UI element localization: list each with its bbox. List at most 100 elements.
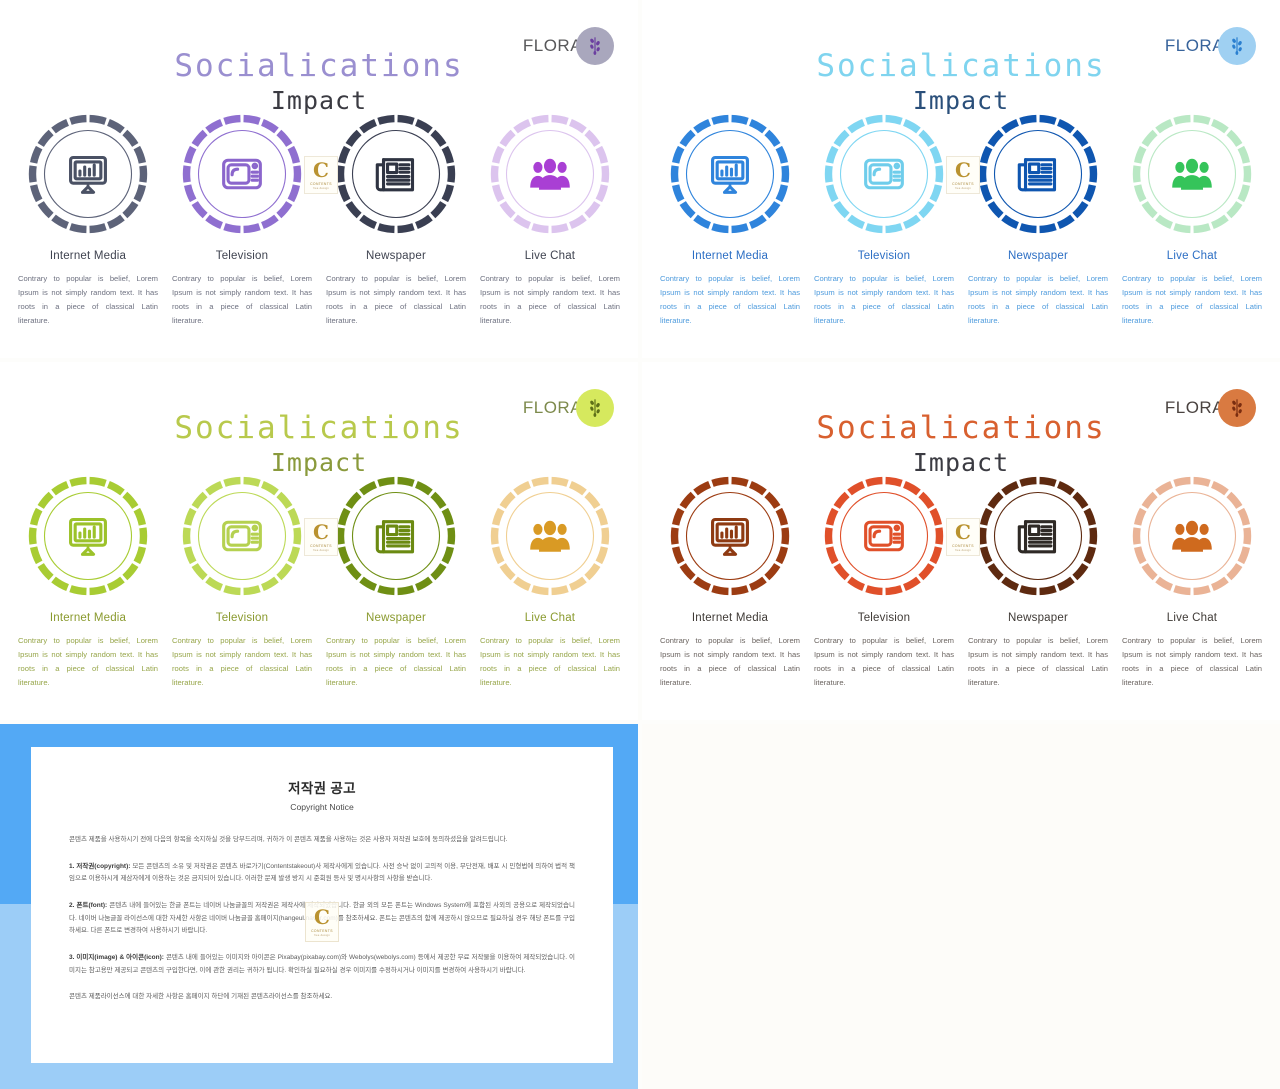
watermark-line2: free design	[312, 549, 330, 552]
card-internet-media[interactable]: Internet Media Contrary to popular is bel…	[656, 112, 804, 328]
newspaper-icon	[334, 474, 458, 598]
contents-watermark: C CONTENTS free design	[305, 902, 339, 942]
television-icon	[822, 112, 946, 236]
card-body: Contrary to popular is belief, Lorem Ips…	[480, 636, 620, 687]
people-group-icon	[488, 474, 612, 598]
card-live-chat[interactable]: Live Chat Contrary to popular is belief, …	[1118, 474, 1266, 690]
card-title: Internet Media	[691, 612, 769, 624]
copyright-notice-slide[interactable]: 저작권 공고 Copyright Notice 콘텐츠 제품을 사용하시기 전에…	[0, 724, 638, 1089]
orange-theme-slide[interactable]: FLORAL Socialications Impact Internet Media…	[642, 362, 1280, 720]
contents-watermark: C CONTENTS free design	[304, 518, 338, 556]
copyright-section-1-text: 모든 콘텐츠의 소유 및 저작권은 콘텐츠 바로가기(Contentstakeo…	[69, 862, 575, 883]
segmented-ring-icon	[488, 112, 612, 236]
card-television[interactable]: Television Contrary to popular is belief,…	[168, 474, 316, 690]
card-title: Newspaper	[1008, 250, 1068, 262]
card-title: Internet Media	[691, 250, 769, 262]
watermark-letter: C	[955, 520, 971, 544]
watermark-letter: C	[313, 158, 329, 182]
segmented-ring-icon	[1130, 112, 1254, 236]
slide-subtitle: Impact	[270, 86, 368, 115]
copyright-section-3: 3. 이미지(image) & 아이콘(icon): 콘텐츠 내에 들어있는 이…	[69, 952, 575, 977]
segmented-ring-icon	[488, 474, 612, 598]
segmented-ring-icon	[180, 112, 304, 236]
segmented-ring-icon	[976, 112, 1100, 236]
card-live-chat[interactable]: Live Chat Contrary to popular is belief, …	[1118, 112, 1266, 328]
television-icon	[180, 112, 304, 236]
segmented-ring-icon	[976, 474, 1100, 598]
card-title: Newspaper	[366, 612, 426, 624]
card-newspaper[interactable]: Newspaper Contrary to popular is belief, …	[964, 474, 1112, 690]
purple-theme-slide[interactable]: FLORAL Socialications Impact Internet Media…	[0, 0, 638, 358]
segmented-ring-icon	[26, 112, 150, 236]
card-internet-media[interactable]: Internet Media Contrary to popular is bel…	[14, 474, 162, 690]
newspaper-icon	[334, 112, 458, 236]
watermark-line1: CONTENTS	[310, 544, 332, 548]
segmented-ring-icon	[334, 474, 458, 598]
card-television[interactable]: Television Contrary to popular is belief,…	[168, 112, 316, 328]
card-body: Contrary to popular is belief, Lorem Ips…	[660, 274, 800, 325]
presentation-thumbnail-grid: FLORAL Socialications Impact Internet Media…	[0, 0, 1280, 1089]
copyright-footer: 콘텐츠 제품라이선스에 대한 자세한 사항은 홈페이지 하단에 기재된 콘텐츠라…	[69, 993, 333, 1001]
flower-badge-icon	[576, 27, 614, 65]
card-television[interactable]: Television Contrary to popular is belief,…	[810, 474, 958, 690]
copyright-intro: 콘텐츠 제품을 사용하시기 전에 다음의 항목을 숙지하실 것을 당부드리며, …	[69, 836, 508, 843]
copyright-paper: 저작권 공고 Copyright Notice 콘텐츠 제품을 사용하시기 전에…	[31, 747, 613, 1063]
card-title: Television	[215, 612, 269, 624]
card-newspaper[interactable]: Newspaper Contrary to popular is belief, …	[322, 112, 470, 328]
newspaper-icon	[976, 112, 1100, 236]
card-body: Contrary to popular is belief, Lorem Ips…	[326, 274, 466, 325]
card-internet-media[interactable]: Internet Media Contrary to popular is bel…	[656, 474, 804, 690]
watermark-line2: free design	[954, 187, 972, 190]
card-title: Television	[215, 250, 269, 262]
copyright-subtitle: Copyright Notice	[290, 802, 354, 812]
card-row: Internet Media Contrary to popular is bel…	[656, 474, 1266, 690]
segmented-ring-icon	[26, 474, 150, 598]
watermark-letter: C	[313, 520, 329, 544]
segmented-ring-icon	[668, 474, 792, 598]
card-television[interactable]: Television Contrary to popular is belief,…	[810, 112, 958, 328]
watermark-line1: CONTENTS	[952, 182, 974, 186]
watermark-line1: CONTENTS	[311, 929, 333, 933]
blue-theme-slide[interactable]: FLORAL Socialications Impact Internet Media…	[642, 0, 1280, 358]
monitor-chart-icon	[668, 112, 792, 236]
card-title: Internet Media	[49, 250, 127, 262]
card-title: Internet Media	[49, 612, 127, 624]
segmented-ring-icon	[180, 474, 304, 598]
card-body: Contrary to popular is belief, Lorem Ips…	[814, 274, 954, 325]
copyright-section-1-heading: 1. 저작권(copyright):	[69, 862, 131, 870]
card-body: Contrary to popular is belief, Lorem Ips…	[968, 274, 1108, 325]
card-body: Contrary to popular is belief, Lorem Ips…	[172, 274, 312, 325]
card-live-chat[interactable]: Live Chat Contrary to popular is belief, …	[476, 474, 624, 690]
card-title: Live Chat	[524, 612, 576, 624]
green-theme-slide[interactable]: FLORAL Socialications Impact Internet Media…	[0, 362, 638, 720]
flower-badge-icon	[1218, 389, 1256, 427]
monitor-chart-icon	[26, 112, 150, 236]
copyright-section-3-heading: 3. 이미지(image) & 아이콘(icon):	[69, 954, 164, 962]
card-body: Contrary to popular is belief, Lorem Ips…	[18, 274, 158, 325]
contents-watermark: C CONTENTS free design	[946, 518, 980, 556]
empty-bottom-right-area	[642, 724, 1280, 1089]
card-title: Television	[857, 250, 911, 262]
watermark-line1: CONTENTS	[952, 544, 974, 548]
card-title: Live Chat	[1166, 250, 1218, 262]
watermark-line2: free design	[312, 187, 330, 190]
watermark-line2: free design	[954, 549, 972, 552]
card-row: Internet Media Contrary to popular is bel…	[14, 474, 624, 690]
segmented-ring-icon	[334, 112, 458, 236]
slide-subtitle: Impact	[270, 448, 368, 477]
segmented-ring-icon	[822, 474, 946, 598]
newspaper-icon	[976, 474, 1100, 598]
people-group-icon	[488, 112, 612, 236]
television-icon	[822, 474, 946, 598]
slide-subtitle: Impact	[912, 86, 1010, 115]
card-live-chat[interactable]: Live Chat Contrary to popular is belief, …	[476, 112, 624, 328]
monitor-chart-icon	[668, 474, 792, 598]
card-internet-media[interactable]: Internet Media Contrary to popular is bel…	[14, 112, 162, 328]
watermark-line1: CONTENTS	[310, 182, 332, 186]
card-newspaper[interactable]: Newspaper Contrary to popular is belief, …	[964, 112, 1112, 328]
card-newspaper[interactable]: Newspaper Contrary to popular is belief, …	[322, 474, 470, 690]
segmented-ring-icon	[822, 112, 946, 236]
copyright-section-2-heading: 2. 폰트(font):	[69, 902, 108, 910]
card-title: Live Chat	[1166, 612, 1218, 624]
card-title: Newspaper	[1008, 612, 1068, 624]
